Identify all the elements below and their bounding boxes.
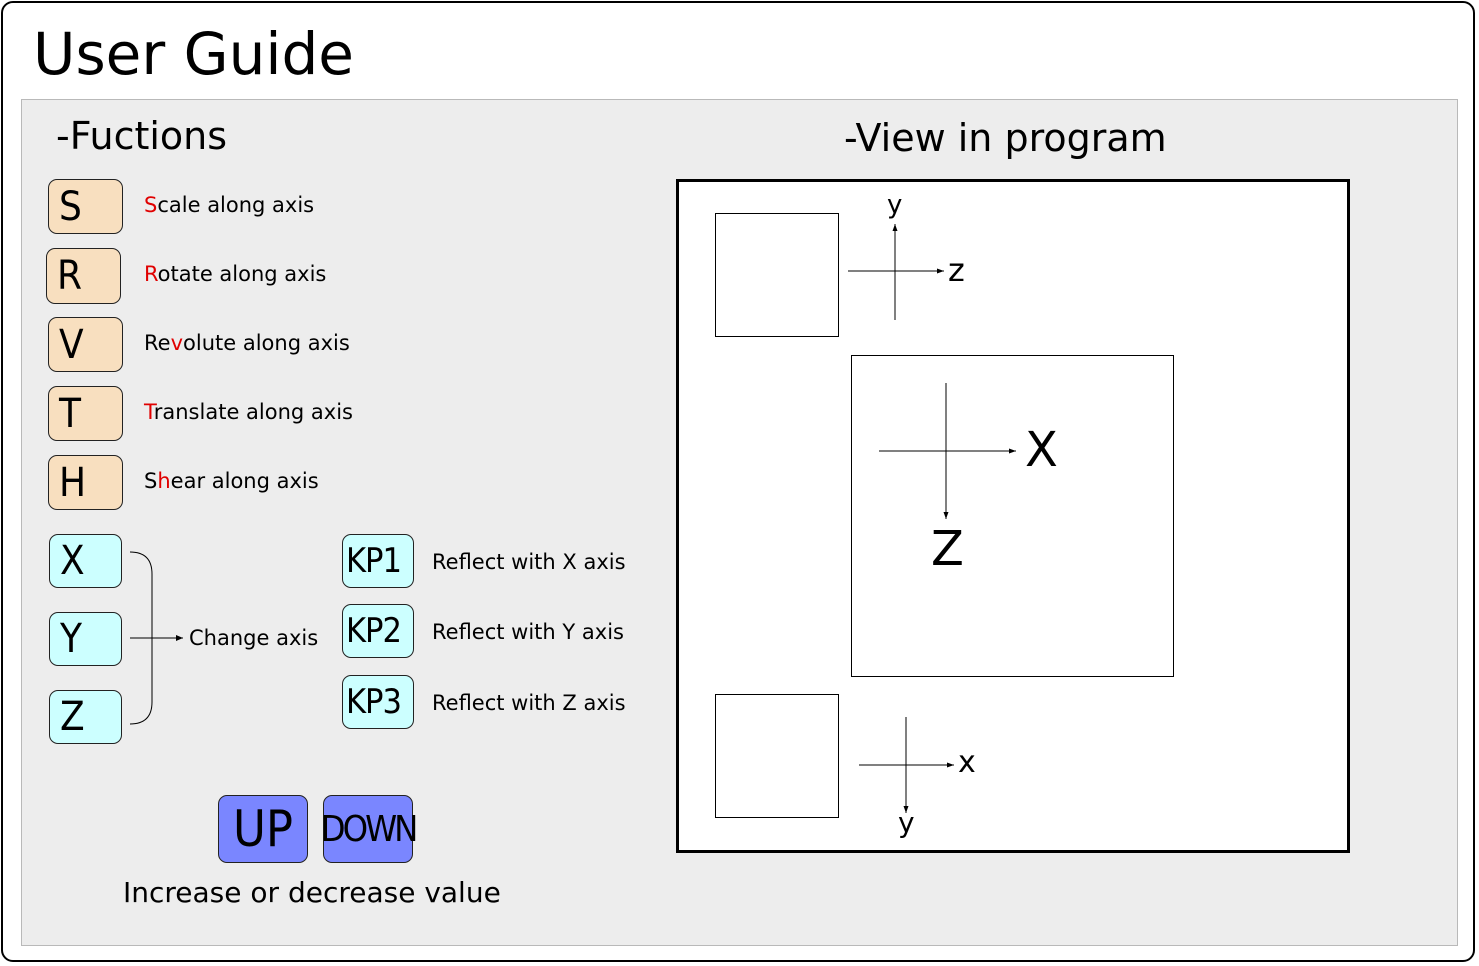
view-axes bbox=[848, 224, 1016, 813]
top-view-y-label: y bbox=[887, 190, 903, 220]
main-view-x-label: X bbox=[1025, 422, 1058, 478]
top-view-z-label: z bbox=[948, 251, 965, 289]
main-view-z-label: Z bbox=[931, 521, 964, 577]
bottom-view-x-label: x bbox=[958, 745, 976, 780]
bottom-view-y-label: y bbox=[898, 806, 915, 839]
